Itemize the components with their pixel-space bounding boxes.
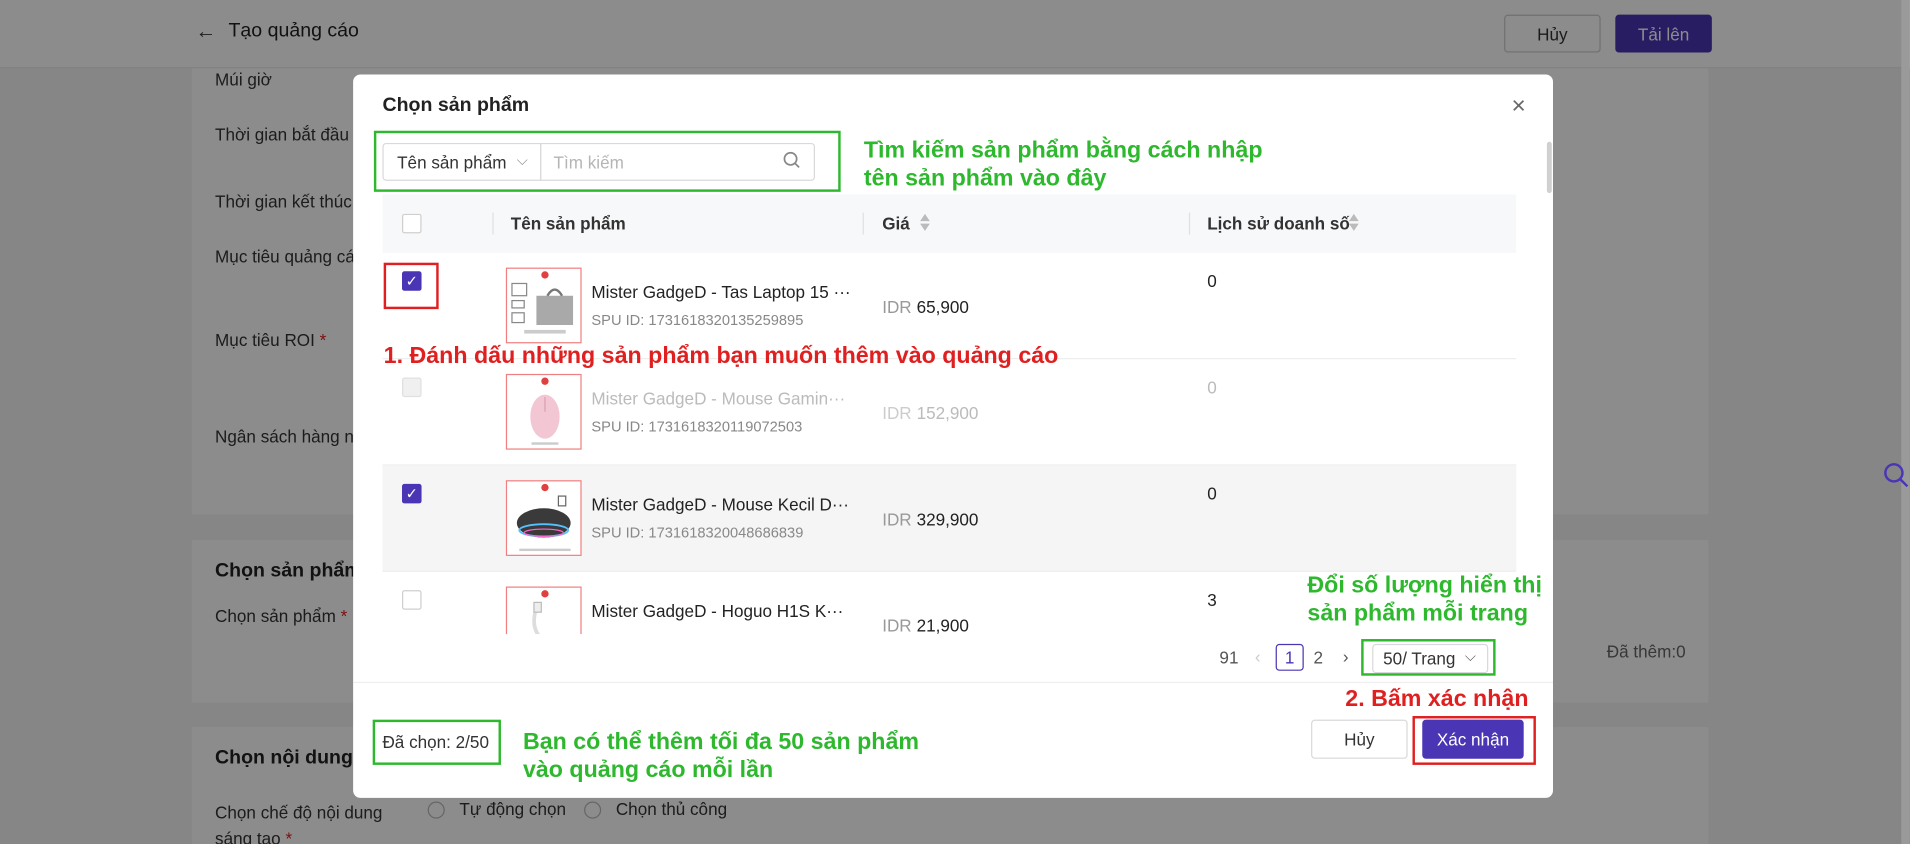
- search-tip: Tìm kiếm sản phẩm bằng cách nhập tên sản…: [863, 138, 1263, 192]
- prev-page-icon[interactable]: ‹: [1255, 646, 1261, 666]
- row-checkbox[interactable]: [401, 590, 422, 610]
- product-price: IDR 21,900: [882, 615, 969, 635]
- limit-tip: Bạn có thể thêm tối đa 50 sản phẩm vào q…: [522, 729, 920, 784]
- page-scrollbar[interactable]: [1901, 0, 1910, 844]
- select-product-modal: Chọn sản phẩm × Tên sản phẩm ⌵ Tìm kiếm …: [353, 74, 1554, 798]
- column-sales-history[interactable]: Lịch sử doanh số: [1207, 214, 1350, 234]
- search-icon[interactable]: [782, 150, 802, 170]
- product-thumbnail-mouse-pink: [505, 373, 582, 450]
- column-price[interactable]: Giá: [882, 214, 910, 234]
- page-size-highlight-box: [1361, 639, 1496, 676]
- checkbox-highlight-box: [383, 262, 439, 310]
- sort-price-icon[interactable]: [919, 211, 931, 233]
- product-sales: 0: [1207, 271, 1217, 291]
- product-price: IDR 65,900: [882, 296, 969, 317]
- confirm-button[interactable]: Xác nhận: [1422, 719, 1524, 759]
- product-name: Mister GadgeD - Tas Laptop 15 ···: [591, 282, 851, 302]
- modal-title: Chọn sản phẩm: [382, 95, 530, 117]
- page-2[interactable]: 2: [1314, 648, 1324, 668]
- row-checkbox[interactable]: ✓: [401, 483, 422, 504]
- product-spu: SPU ID: 1731618320135259895: [591, 311, 804, 329]
- product-name: Mister GadgeD - Hoguo H1S K···: [591, 601, 844, 621]
- table-row[interactable]: ✓ Mister GadgeD - Mouse Kecil D··· SPU I…: [382, 465, 1517, 572]
- product-table: Tên sản phẩm Giá Lịch sử doanh số ✓ Mist…: [382, 194, 1517, 635]
- table-row: Mister GadgeD - Mouse Gamin··· SPU ID: 1…: [382, 359, 1517, 466]
- page-size-tip: Đổi số lượng hiển thị sản phẩm mỗi trang: [1307, 573, 1542, 627]
- footer-divider: [353, 681, 1554, 684]
- product-spu: SPU ID: 1731618320119072503: [591, 417, 803, 435]
- sort-sales-icon[interactable]: [1348, 211, 1360, 233]
- product-sales: 0: [1207, 377, 1217, 398]
- table-header: Tên sản phẩm Giá Lịch sử doanh số: [382, 194, 1517, 253]
- column-name: Tên sản phẩm: [510, 213, 626, 234]
- page-1[interactable]: 1: [1275, 643, 1304, 671]
- modal-scrollbar[interactable]: [1546, 141, 1552, 194]
- close-icon[interactable]: ×: [1511, 94, 1525, 118]
- step2-annotation: 2. Bấm xác nhận: [1345, 686, 1529, 713]
- product-name: Mister GadgeD - Mouse Gamin···: [591, 388, 846, 409]
- row-checkbox-disabled: [401, 377, 422, 398]
- chevron-down-icon: ⌵: [516, 151, 528, 169]
- search-icon[interactable]: [1882, 461, 1910, 490]
- selected-count: Đã chọn: 2/50: [382, 731, 489, 752]
- search-input[interactable]: Tìm kiếm: [540, 142, 815, 181]
- pagination: 91 ‹ 1 2 › 50/ Trang ⌵: [382, 634, 1517, 684]
- total-count: 91: [1219, 647, 1239, 668]
- product-thumbnail-cable: [505, 586, 582, 635]
- modal-cancel-button[interactable]: Hủy: [1311, 719, 1408, 759]
- product-spu: SPU ID: 1731618320048686839: [591, 524, 804, 542]
- product-name: Mister GadgeD - Mouse Kecil D···: [591, 494, 849, 515]
- product-price: IDR 152,900: [882, 403, 979, 423]
- screen: ← Tạo quảng cáo Hủy Tải lên Múi giờ Thời…: [0, 0, 1910, 844]
- step1-annotation: 1. Đánh dấu những sản phẩm bạn muốn thêm…: [383, 343, 1059, 370]
- product-thumbnail-laptop-bag: [505, 267, 582, 344]
- select-all-checkbox[interactable]: [401, 213, 422, 234]
- product-price: IDR 329,900: [882, 509, 979, 530]
- search-field-select[interactable]: Tên sản phẩm ⌵: [382, 142, 542, 181]
- next-page-icon[interactable]: ›: [1343, 646, 1349, 666]
- product-sales: 3: [1207, 590, 1217, 610]
- product-sales: 0: [1207, 483, 1217, 504]
- product-thumbnail-mouse-black: [505, 480, 582, 556]
